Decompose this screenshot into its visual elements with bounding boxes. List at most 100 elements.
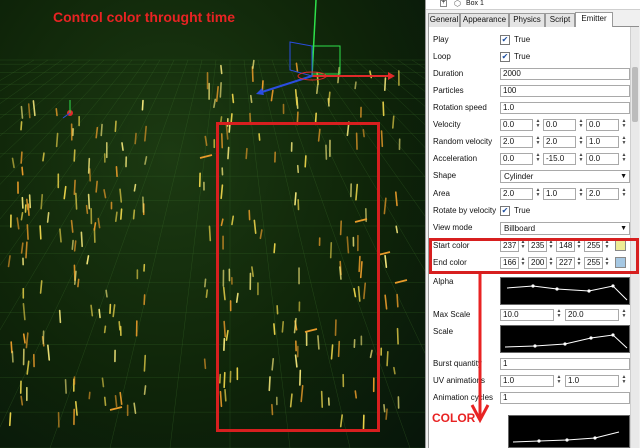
particle-spark <box>39 280 43 294</box>
spin-icon[interactable]: ▲ ▼ <box>620 153 628 165</box>
particle-spark <box>394 279 408 284</box>
tab-appearance[interactable]: Appearance <box>460 13 509 27</box>
particle-spark <box>143 385 147 395</box>
burst-quantity-input[interactable]: 1 <box>500 358 630 370</box>
particle-spark <box>394 191 398 207</box>
spin-icon[interactable]: ▲ ▼ <box>577 119 585 131</box>
animation-cycles-input[interactable]: 1 <box>500 392 630 404</box>
particle-spark <box>20 105 24 119</box>
uv-animations-v-input[interactable]: 1.0 <box>565 375 619 387</box>
particle-spark <box>73 149 76 162</box>
spin-icon[interactable]: ▲ ▼ <box>620 188 628 200</box>
view-mode-value: Billboard <box>504 224 536 233</box>
particle-spark <box>208 225 212 242</box>
particle-spark <box>64 378 67 394</box>
particle-spark <box>219 81 222 98</box>
spin-icon[interactable]: ▲ ▼ <box>577 188 585 200</box>
particle-spark <box>205 289 209 298</box>
loop-value: True <box>514 52 531 61</box>
particle-spark <box>383 77 387 92</box>
spin-icon[interactable]: ▲ ▼ <box>620 309 628 321</box>
spin-icon[interactable]: ▲ ▼ <box>577 153 585 165</box>
particle-spark <box>25 198 29 211</box>
shape-select[interactable]: Cylinder ▼ <box>500 170 630 183</box>
particle-spark <box>25 332 29 349</box>
particle-spark <box>114 395 118 408</box>
random-velocity-x-input[interactable]: 2.0 <box>500 136 533 148</box>
velocity-z-input[interactable]: 0.0 <box>586 119 619 131</box>
particle-spark <box>141 99 144 111</box>
properties-panel: + ⬡ Box 1 General Appearance Physics Scr… <box>425 0 640 448</box>
particle-spark <box>252 59 255 70</box>
duration-input[interactable]: 2000 <box>500 68 630 80</box>
tree-item-box[interactable]: + ⬡ Box 1 <box>426 0 640 10</box>
particle-spark <box>220 64 223 75</box>
velocity-x-input[interactable]: 0.0 <box>500 119 533 131</box>
spin-icon[interactable]: ▲ ▼ <box>534 136 542 148</box>
scale-curve-editor[interactable] <box>500 325 630 353</box>
particle-spark <box>132 209 136 220</box>
random-velocity-z-input[interactable]: 1.0 <box>586 136 619 148</box>
tab-emitter[interactable]: Emitter <box>575 12 613 27</box>
tab-general[interactable]: General <box>428 13 460 27</box>
scrollbar-thumb[interactable] <box>632 67 638 122</box>
acceleration-y-input[interactable]: -15.0 <box>543 153 576 165</box>
loop-checkbox[interactable]: ✔ <box>500 52 510 62</box>
particle-spark <box>203 358 207 370</box>
spin-icon[interactable]: ▲ ▼ <box>534 119 542 131</box>
rotation-speed-input[interactable]: 1.0 <box>500 102 630 114</box>
rotate-by-velocity-checkbox[interactable]: ✔ <box>500 206 510 216</box>
particle-spark <box>316 83 319 95</box>
max-scale-min-input[interactable]: 10.0 <box>500 309 554 321</box>
uv-animations-label: UV animations <box>433 376 486 385</box>
spin-icon[interactable]: ▲ ▼ <box>577 136 585 148</box>
particle-spark <box>74 400 78 416</box>
expand-icon[interactable]: + <box>440 0 447 7</box>
random-velocity-label: Random velocity <box>433 137 493 146</box>
random-velocity-y-input[interactable]: 2.0 <box>543 136 576 148</box>
particle-spark <box>20 395 24 406</box>
particle-spark <box>98 308 101 319</box>
particle-spark <box>20 151 23 164</box>
spin-icon[interactable]: ▲ ▼ <box>534 188 542 200</box>
spin-icon[interactable]: ▲ ▼ <box>534 153 542 165</box>
scene-viewport[interactable]: Control color throught time <box>0 0 425 448</box>
particle-spark <box>250 94 253 104</box>
spin-icon[interactable]: ▲ ▼ <box>555 375 563 387</box>
area-y-input[interactable]: 1.0 <box>543 188 576 200</box>
particle-spark <box>251 66 254 83</box>
tab-script[interactable]: Script <box>545 13 575 27</box>
spin-icon[interactable]: ▲ ▼ <box>620 375 628 387</box>
view-mode-select[interactable]: Billboard ▼ <box>500 222 630 235</box>
scale-label: Scale <box>433 327 454 336</box>
spin-icon[interactable]: ▲ ▼ <box>555 309 563 321</box>
color-curve-editor[interactable] <box>508 415 630 448</box>
particle-spark <box>63 185 67 200</box>
particles-input[interactable]: 100 <box>500 85 630 97</box>
acceleration-x-input[interactable]: 0.0 <box>500 153 533 165</box>
acceleration-z-input[interactable]: 0.0 <box>586 153 619 165</box>
alpha-label: Alpha <box>433 277 454 286</box>
max-scale-label: Max Scale <box>433 310 471 319</box>
velocity-y-input[interactable]: 0.0 <box>543 119 576 131</box>
particle-spark <box>103 396 107 407</box>
area-x-input[interactable]: 2.0 <box>500 188 533 200</box>
spin-icon[interactable]: ▲ ▼ <box>620 136 628 148</box>
particle-spark <box>143 354 147 372</box>
particle-spark <box>231 93 235 104</box>
alpha-curve-editor[interactable] <box>500 277 630 305</box>
tab-physics[interactable]: Physics <box>509 13 545 27</box>
particle-spark <box>115 166 118 178</box>
particle-spark <box>58 309 62 324</box>
color-curve <box>512 431 620 443</box>
annotation-color-label: COLOR <box>432 411 476 425</box>
uv-animations-u-input[interactable]: 1.0 <box>500 375 554 387</box>
particle-spark <box>26 360 30 375</box>
particle-spark <box>21 196 24 209</box>
play-checkbox[interactable]: ✔ <box>500 35 510 45</box>
transform-gizmo[interactable] <box>256 0 395 95</box>
max-scale-max-input[interactable]: 20.0 <box>565 309 619 321</box>
particle-spark <box>77 278 80 288</box>
spin-icon[interactable]: ▲ ▼ <box>620 119 628 131</box>
area-z-input[interactable]: 2.0 <box>586 188 619 200</box>
